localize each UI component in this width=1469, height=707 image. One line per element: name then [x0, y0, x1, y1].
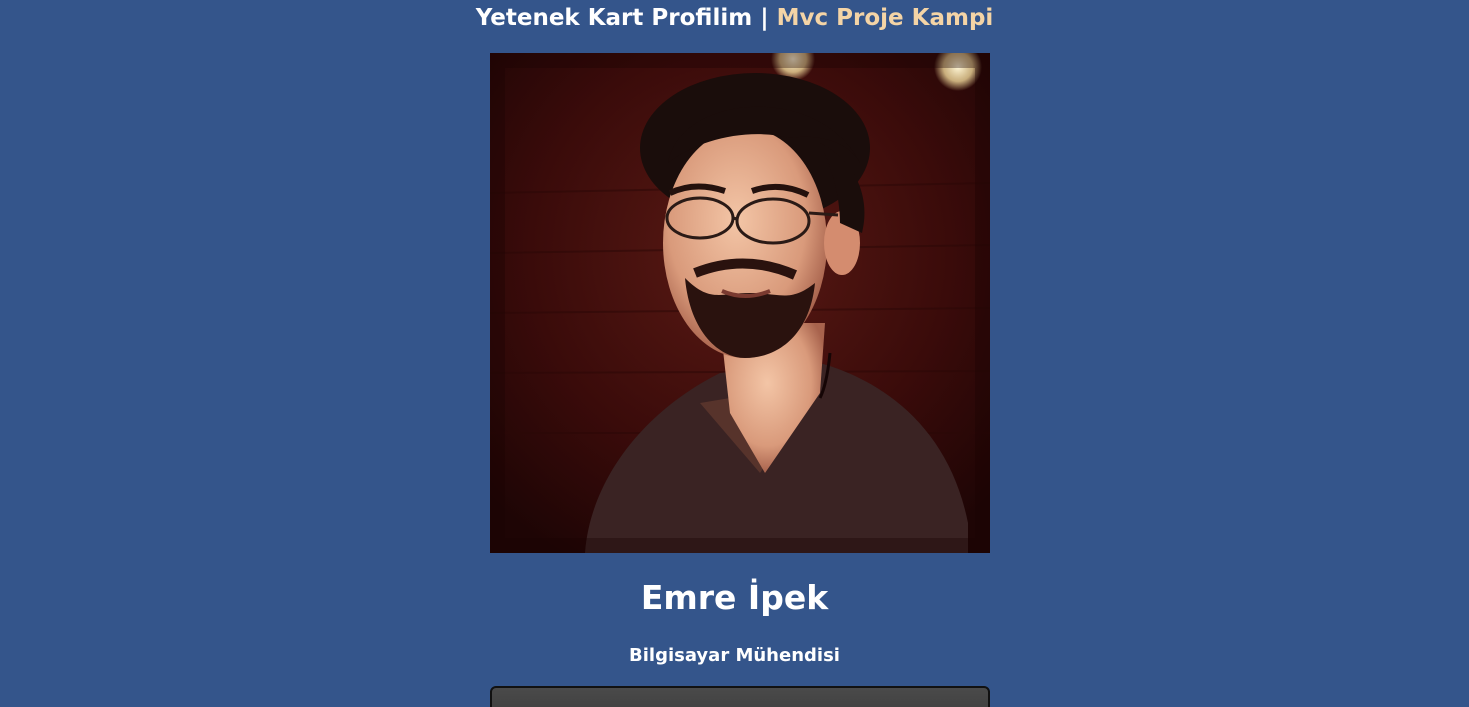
- header-title-main: Yetenek Kart Profilim: [475, 5, 753, 31]
- page-header: Yetenek Kart Profilim | Mvc Proje Kampi: [0, 2, 1469, 34]
- profile-name: Emre İpek: [640, 578, 829, 617]
- profile-photo-image: [490, 53, 990, 553]
- header-title-sub: Mvc Proje Kampi: [776, 5, 994, 31]
- profile-photo: [490, 53, 990, 553]
- skill-card-panel: [490, 686, 990, 707]
- profile-role: Bilgisayar Mühendisi: [629, 645, 840, 666]
- profile-page: Yetenek Kart Profilim | Mvc Proje Kampi: [0, 0, 1469, 707]
- header-separator: |: [760, 5, 769, 31]
